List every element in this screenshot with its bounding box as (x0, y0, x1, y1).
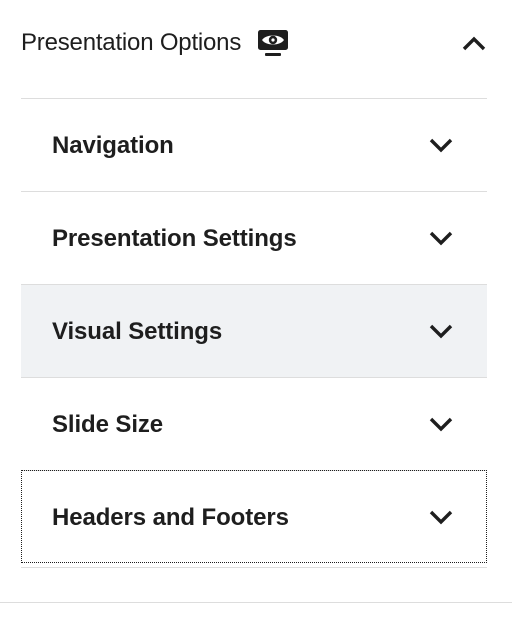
panel-title: Presentation Options (21, 29, 242, 56)
section-presentation-settings[interactable]: Presentation Settings (21, 191, 487, 284)
section-slide-size[interactable]: Slide Size (21, 377, 487, 470)
section-label: Slide Size (52, 411, 164, 438)
chevron-down-icon (429, 510, 453, 525)
chevron-down-icon (429, 231, 453, 246)
section-headers-and-footers[interactable]: Headers and Footers (21, 470, 487, 563)
section-label: Navigation (52, 132, 174, 159)
section-visual-settings[interactable]: Visual Settings (21, 284, 487, 377)
section-label: Visual Settings (52, 318, 223, 345)
chevron-up-icon (462, 36, 486, 51)
chevron-down-icon (429, 138, 453, 153)
chevron-down-icon (429, 324, 453, 339)
section-label: Headers and Footers (52, 504, 289, 531)
section-label: Presentation Settings (52, 225, 297, 252)
presentation-options-header[interactable]: Presentation Options (0, 0, 512, 90)
collapse-panel-button[interactable] (456, 28, 492, 58)
eye-icon (257, 29, 289, 57)
panel-title-wrap: Presentation Options (21, 28, 289, 58)
chevron-down-icon (429, 417, 453, 432)
section-list-divider (21, 567, 487, 568)
section-list: Navigation Presentation Settings Visual … (21, 98, 487, 563)
presentation-options-panel: Presentation Options Navigation Presenta… (0, 0, 512, 620)
section-navigation[interactable]: Navigation (21, 98, 487, 191)
panel-divider (0, 602, 512, 603)
